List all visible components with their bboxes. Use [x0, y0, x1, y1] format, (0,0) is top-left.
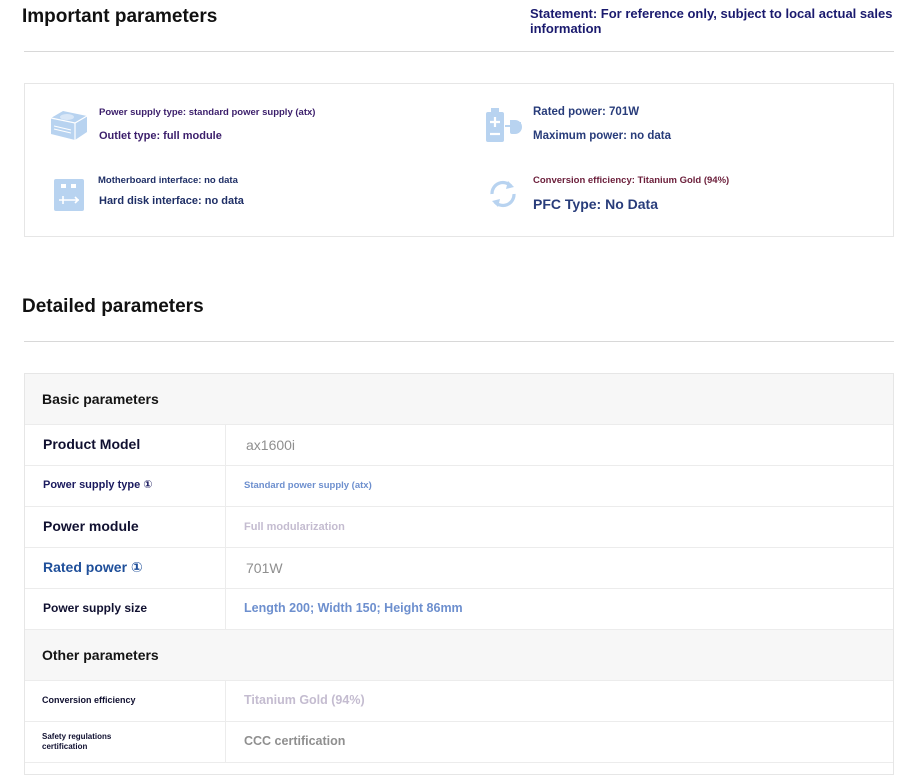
important-item-line: Maximum power: no data	[533, 130, 672, 142]
row-value: ax1600i	[246, 437, 296, 453]
row-value: Titanium Gold (94%)	[244, 693, 365, 707]
detailed-parameters-table: Basic parameters Product Model ax1600i P…	[24, 373, 894, 775]
row-key: Safety regulations certification	[42, 732, 112, 751]
refresh-icon	[488, 179, 518, 214]
important-parameters-title: Important parameters	[22, 6, 218, 27]
divider	[24, 51, 894, 52]
group-header-other: Other parameters	[25, 630, 893, 681]
important-item-line: Hard disk interface: no data	[99, 195, 244, 207]
row-value: Length 200; Width 150; Height 86mm	[244, 601, 463, 615]
row-key: Product Model	[43, 436, 141, 452]
statement-note: Statement: For reference only, subject t…	[530, 6, 893, 36]
divider	[24, 341, 894, 342]
row-value: 701W	[246, 560, 283, 576]
row-key[interactable]: Power supply type ①	[43, 478, 153, 491]
usb-drive-icon	[53, 178, 85, 217]
table-row: Product Model ax1600i	[25, 425, 893, 466]
power-supply-icon	[49, 108, 89, 147]
row-value: CCC certification	[244, 734, 346, 748]
important-item-line: PFC Type: No Data	[533, 196, 658, 212]
battery-plug-icon	[485, 106, 523, 149]
important-item-line: Outlet type: full module	[99, 130, 222, 142]
detailed-parameters-title: Detailed parameters	[22, 296, 204, 317]
row-key[interactable]: Rated power ①	[43, 559, 143, 576]
important-parameters-panel: Power supply type: standard power supply…	[24, 83, 894, 237]
table-row: Rated power ① 701W	[25, 548, 893, 589]
group-header-basic: Basic parameters	[25, 374, 893, 425]
table-row: Safety regulations certification CCC cer…	[25, 722, 893, 763]
table-row: Power module Full modularization	[25, 507, 893, 548]
important-item-line: Conversion efficiency: Titanium Gold (94…	[533, 175, 730, 186]
important-item-line: Rated power: 701W	[533, 106, 640, 118]
row-key: Power module	[43, 518, 139, 534]
important-item-line: Motherboard interface: no data	[98, 175, 238, 186]
row-value: Standard power supply (atx)	[244, 480, 372, 491]
row-key: Conversion efficiency	[42, 695, 136, 705]
table-row: Conversion efficiency Titanium Gold (94%…	[25, 681, 893, 722]
group-title: Other parameters	[42, 647, 159, 663]
table-row: Power supply size Length 200; Width 150;…	[25, 589, 893, 630]
table-row: Power supply type ① Standard power suppl…	[25, 466, 893, 507]
important-item-line: Power supply type: standard power supply…	[99, 107, 316, 118]
row-key: Power supply size	[43, 601, 148, 615]
row-value: Full modularization	[244, 521, 345, 533]
group-title: Basic parameters	[42, 391, 159, 407]
